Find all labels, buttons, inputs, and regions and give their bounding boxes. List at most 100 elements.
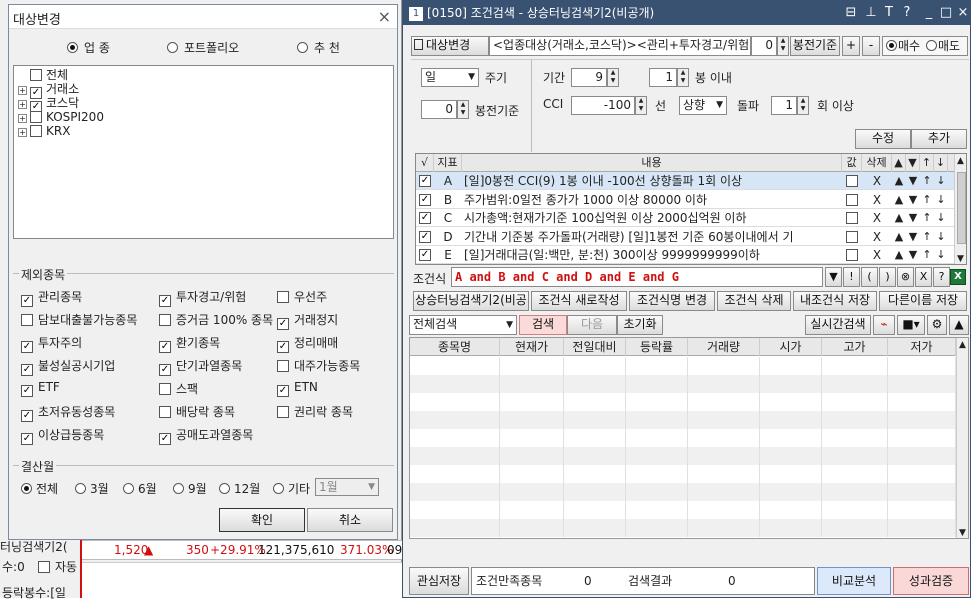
move-up-icon[interactable]: ▲ <box>892 209 906 227</box>
delete-condition-button[interactable]: 조건식 삭제 <box>717 291 791 311</box>
settle-radio[interactable]: 전체 <box>21 480 58 497</box>
scroll-down-icon[interactable]: ▼ <box>957 254 964 264</box>
settle-radio[interactable]: 6월 <box>123 480 157 497</box>
expand-icon[interactable]: + <box>18 114 27 123</box>
exclude-checkbox[interactable]: ✓ 공매도과열종목 <box>159 426 253 445</box>
exclude-checkbox[interactable]: ✓ ETF <box>21 380 60 397</box>
chart-icon[interactable]: ⌁ <box>873 315 895 335</box>
plus-button[interactable]: + <box>842 36 860 56</box>
move-down-icon[interactable]: ▼ <box>906 246 920 264</box>
minimize-icon[interactable]: _ <box>921 1 937 25</box>
row-value-checkbox[interactable] <box>846 212 858 224</box>
market-tree[interactable]: 전체 + ✓ 거래소 + ✓ 코스닥 + KOSPI200 + KRX <box>13 65 394 239</box>
collapse-up-icon[interactable]: ▲ <box>949 315 969 335</box>
rename-condition-button[interactable]: 조건식명 변경 <box>629 291 715 311</box>
tree-checkbox[interactable] <box>30 69 42 81</box>
exclude-checkbox[interactable]: ✓ 투자경고/위험 <box>159 288 246 307</box>
perf-button[interactable]: 성과검증 <box>893 567 969 595</box>
tree-checkbox[interactable] <box>30 125 42 137</box>
settle-month-select[interactable]: 1월 ▼ <box>315 478 379 496</box>
period-select[interactable]: 일 ▼ <box>421 68 479 87</box>
edit-button[interactable]: 수정 <box>855 129 911 149</box>
bg-auto-checkbox[interactable]: 자동 <box>38 558 77 575</box>
next-button[interactable]: 다음 <box>567 315 617 335</box>
move-top-icon[interactable]: ↑ <box>920 228 934 246</box>
font-icon[interactable]: T <box>881 1 897 25</box>
result-header-cell[interactable]: 거래량 <box>688 338 760 356</box>
result-row[interactable] <box>410 465 956 483</box>
exclude-checkbox[interactable]: ✓ 단기과열종목 <box>159 357 242 376</box>
row-value-checkbox[interactable] <box>846 230 858 243</box>
tree-node[interactable]: + ✓ 거래소 <box>18 82 79 99</box>
row-checkbox[interactable]: ✓ <box>419 230 431 243</box>
row-checkbox[interactable]: ✓ <box>419 175 431 187</box>
exclude-checkbox[interactable]: 스팩 <box>159 380 198 397</box>
move-down-icon[interactable]: ▼ <box>906 228 920 246</box>
condition-row[interactable]: ✓ C 시가총액:현재가기준 100십억원 이상 2000십억원 이하 X ▲ ▼ ↑ ↓ <box>416 209 954 227</box>
settle-radio[interactable]: 3월 <box>75 480 109 497</box>
tree-checkbox[interactable] <box>30 111 42 123</box>
row-checkbox[interactable]: ✓ <box>419 193 431 206</box>
range-input[interactable]: 9 <box>571 68 607 87</box>
open-paren-button[interactable]: ( <box>861 267 878 287</box>
radio-portfolio[interactable]: 포트폴리오 <box>167 39 239 56</box>
maximize-icon[interactable]: □ <box>938 1 954 25</box>
result-row[interactable] <box>410 375 956 393</box>
result-scrollbar[interactable]: ▲ ▼ <box>956 338 968 538</box>
direction-select[interactable]: 상향 ▼ <box>679 96 727 115</box>
move-bottom-icon[interactable]: ↓ <box>934 191 948 209</box>
settle-radio[interactable]: 9월 <box>173 480 207 497</box>
add-button[interactable]: 추가 <box>911 129 967 149</box>
row-value-checkbox[interactable] <box>846 175 858 187</box>
bars-before-input[interactable]: 0 <box>421 100 457 119</box>
row-checkbox[interactable]: ✓ <box>419 249 431 261</box>
result-header-cell[interactable]: 저가 <box>888 338 956 356</box>
settle-radio[interactable]: 기타 <box>273 480 310 497</box>
bar-basis-button[interactable]: 봉전기준 <box>790 36 840 56</box>
reset-button[interactable]: 초기화 <box>617 315 663 335</box>
clear-button[interactable]: X <box>915 267 932 287</box>
result-row[interactable] <box>410 357 956 375</box>
bar-offset-input[interactable]: 0 <box>751 36 777 56</box>
compare-button[interactable]: 비교분석 <box>817 567 891 595</box>
row-delete-button[interactable]: X <box>862 209 892 227</box>
result-header-cell[interactable]: 고가 <box>822 338 888 356</box>
tree-node[interactable]: + ✓ 코스닥 <box>18 96 79 113</box>
result-row[interactable] <box>410 393 956 411</box>
result-header-cell[interactable]: 현재가 <box>500 338 564 356</box>
exclude-checkbox[interactable]: 담보대출불가능종목 <box>21 311 137 328</box>
move-down-icon[interactable]: ▼ <box>906 172 920 190</box>
radio-sector[interactable]: 업 종 <box>67 39 110 56</box>
pin-icon[interactable]: ⊥ <box>863 1 879 25</box>
exclude-checkbox[interactable]: ✓ ETN <box>277 380 318 397</box>
minus-button[interactable]: - <box>862 36 880 56</box>
close-paren-button[interactable]: ) <box>879 267 896 287</box>
move-bottom-icon[interactable]: ↓ <box>934 246 948 264</box>
row-value-checkbox[interactable] <box>846 193 858 206</box>
expand-icon[interactable]: + <box>18 86 27 95</box>
not-button[interactable]: ! <box>843 267 860 287</box>
move-up-icon[interactable]: ▲ <box>892 191 906 209</box>
exclude-checkbox[interactable]: 우선주 <box>277 288 327 305</box>
exclude-checkbox[interactable]: ✓ 거래정지 <box>277 311 338 330</box>
move-up-icon[interactable]: ▲ <box>892 246 906 264</box>
layout-icon[interactable]: ⊟ <box>843 1 859 25</box>
range-bars-input[interactable]: 1 <box>649 68 677 87</box>
scroll-thumb[interactable] <box>957 172 966 244</box>
condition-row[interactable]: ✓ D 기간내 기준봉 주가돌파(거래량) [일]1봉전 기준 60봉이내에서 기 X… <box>416 227 954 246</box>
exclude-checkbox[interactable]: 권리락 종목 <box>277 403 353 420</box>
excel-icon[interactable]: X <box>950 269 966 285</box>
xor-button[interactable]: ⊗ <box>897 267 914 287</box>
exclude-checkbox[interactable]: ✓ 초저유동성종목 <box>21 403 115 422</box>
tree-node[interactable]: 전체 <box>18 68 68 82</box>
row-delete-button[interactable]: X <box>862 228 892 246</box>
move-down-icon[interactable]: ▼ <box>906 209 920 227</box>
result-header-cell[interactable]: 등락률 <box>626 338 688 356</box>
times-spinner[interactable]: ▲ ▼ <box>797 96 809 115</box>
save-interest-button[interactable]: 관심저장 <box>409 567 469 595</box>
cci-spinner[interactable]: ▲ ▼ <box>635 96 647 115</box>
result-row[interactable] <box>410 447 956 465</box>
move-bottom-icon[interactable]: ↓ <box>934 228 948 246</box>
condition-scrollbar[interactable]: ▲ ▼ <box>954 154 966 264</box>
menu-icon[interactable]: ■▾ <box>897 315 925 335</box>
